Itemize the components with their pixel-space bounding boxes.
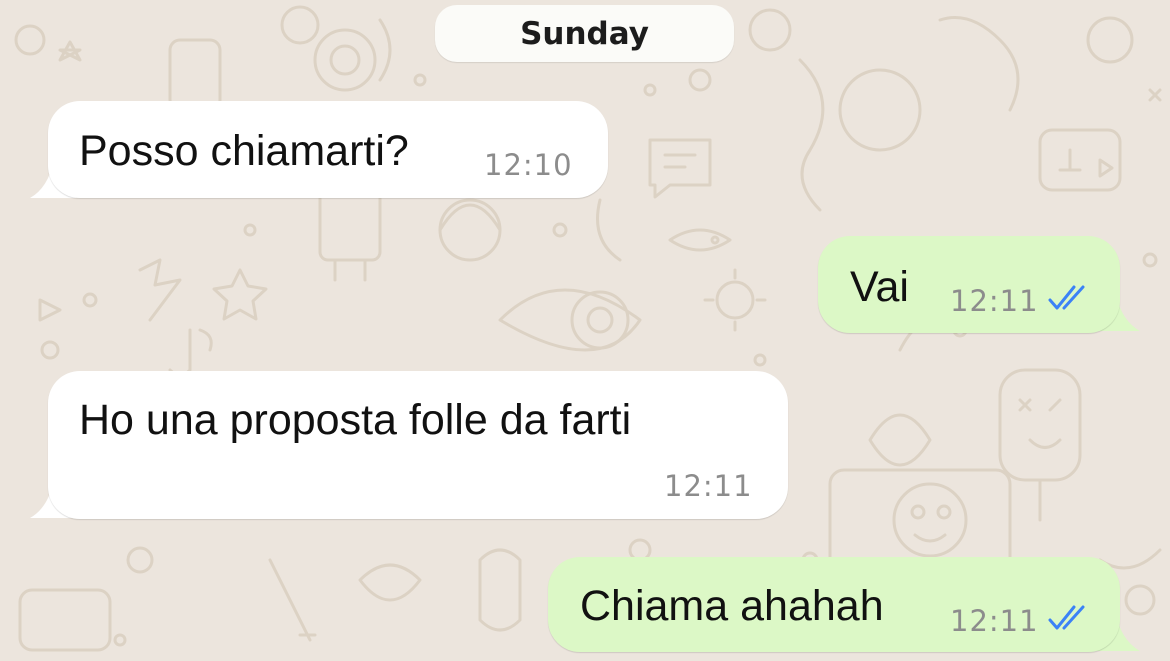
- double-check-icon: [1048, 285, 1085, 310]
- message-text: Posso chiamarti?: [79, 127, 409, 175]
- message-timestamp: 12:10: [484, 148, 573, 182]
- message-bubble-outgoing[interactable]: Chiama ahahah 12:11: [548, 557, 1120, 652]
- day-separator-label: Sunday: [520, 15, 649, 52]
- message-timestamp: 12:11: [950, 604, 1039, 638]
- message-text: Vai: [850, 263, 909, 311]
- message-bubble-outgoing[interactable]: Vai 12:11: [818, 236, 1120, 333]
- message-bubble-incoming[interactable]: Posso chiamarti? 12:10: [48, 101, 608, 198]
- message-timestamp: 12:11: [950, 284, 1039, 318]
- message-timestamp: 12:11: [664, 469, 753, 503]
- double-check-icon: [1048, 605, 1085, 630]
- day-separator: Sunday: [435, 5, 734, 62]
- message-text: Chiama ahahah: [580, 582, 884, 630]
- message-text: Ho una proposta folle da farti: [79, 396, 632, 444]
- message-bubble-incoming[interactable]: Ho una proposta folle da farti 12:11: [48, 371, 788, 519]
